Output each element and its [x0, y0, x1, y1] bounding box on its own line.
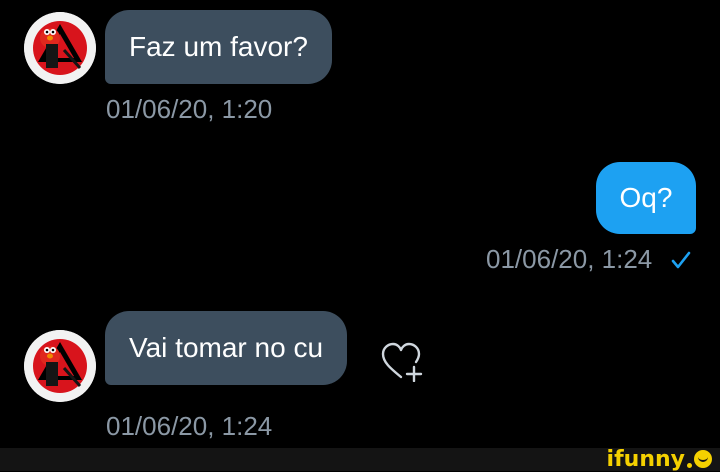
message-text: Faz um favor? — [129, 31, 308, 62]
message-timestamp: 01/06/20, 1:24 — [486, 244, 653, 274]
message-bubble-sent[interactable]: Oq? — [596, 162, 696, 234]
message-bubble-received[interactable]: Vai tomar no cu — [105, 311, 348, 385]
message-text: Vai tomar no cu — [129, 332, 324, 363]
read-check-icon — [671, 251, 691, 269]
sender-avatar[interactable] — [24, 12, 96, 84]
message-text: Oq? — [619, 182, 673, 213]
ifunny-logo: ifunny — [606, 446, 712, 472]
ifunny-logo-text: ifunny — [606, 446, 685, 472]
message-timestamp: 01/06/20, 1:20 — [106, 94, 273, 124]
sender-avatar[interactable] — [24, 330, 96, 402]
smiley-icon — [694, 450, 712, 468]
message-bubble-received[interactable]: Faz um favor? — [105, 10, 332, 84]
add-reaction-heart-icon[interactable] — [380, 340, 426, 382]
elmo-avatar-image — [24, 12, 96, 84]
message-timestamp: 01/06/20, 1:24 — [106, 411, 273, 441]
logo-dot-icon — [687, 462, 692, 468]
elmo-avatar-image — [24, 330, 96, 402]
